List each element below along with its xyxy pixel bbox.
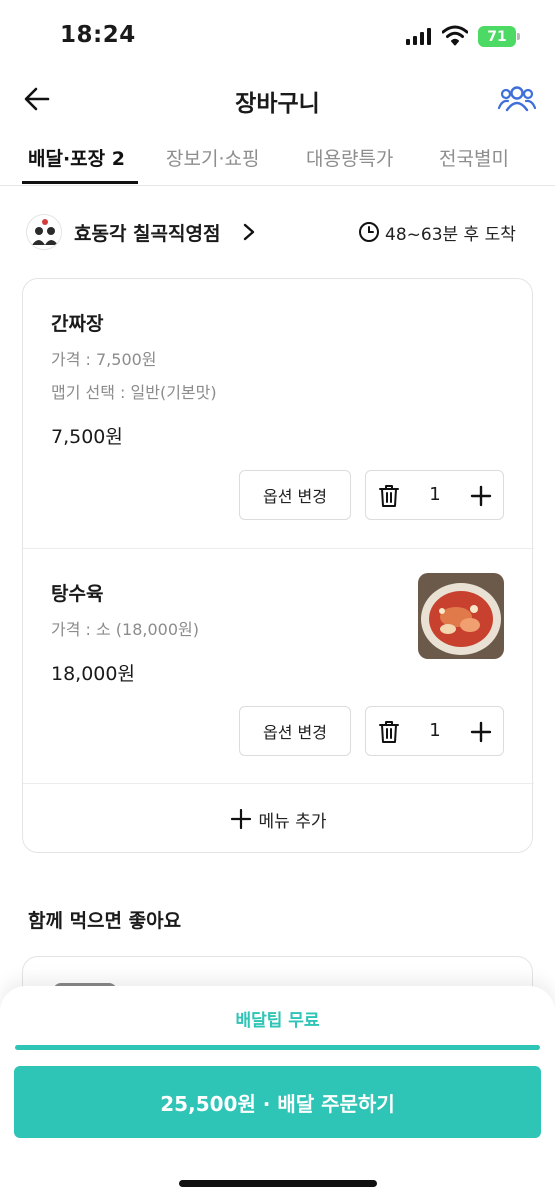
- delivery-eta: 48~63분 후 도착: [385, 225, 516, 245]
- clock-icon: [359, 222, 379, 242]
- tab-regional-specialties[interactable]: 전국별미: [439, 144, 509, 171]
- chevron-right-icon: [243, 223, 255, 241]
- cellular-signal-icon: [406, 28, 431, 45]
- page-title: 장바구니: [235, 91, 320, 117]
- status-time: 18:24: [60, 22, 136, 48]
- item-option: 가격 : 소 (18,000원): [51, 620, 199, 639]
- item-price: 18,000원: [51, 663, 135, 685]
- tab-bulk-deals[interactable]: 대용량특가: [306, 144, 393, 171]
- group-order-icon[interactable]: [498, 84, 536, 114]
- tab-shopping[interactable]: 장보기·쇼핑: [166, 144, 259, 171]
- cart-item: 간짜장 가격 : 7,500원 맵기 선택 : 일반(기본맛) 7,500원 옵…: [23, 279, 534, 549]
- store-row[interactable]: 효동각 칠곡직영점 48~63분 후 도착: [26, 210, 531, 254]
- home-indicator: [179, 1180, 377, 1187]
- app-header: 장바구니: [0, 70, 555, 130]
- store-name: 효동각 칠곡직영점: [74, 223, 221, 245]
- item-name: 간짜장: [51, 313, 104, 335]
- item-name: 탕수육: [51, 583, 104, 605]
- delivery-tip-progress: [15, 1045, 540, 1050]
- category-tabs: 배달·포장 2 장보기·쇼핑 대용량특가 전국별미: [0, 130, 555, 186]
- order-bottom-sheet: 배달팁 무료 25,500원 · 배달 주문하기: [0, 986, 555, 1200]
- item-option: 가격 : 7,500원: [51, 350, 157, 369]
- add-menu-label: 메뉴 추가: [258, 811, 327, 832]
- cart-item: 탕수육 가격 : 소 (18,000원) 18,000원 옵션 변경 1: [23, 549, 534, 784]
- plus-icon[interactable]: [470, 485, 492, 507]
- battery-icon: 71: [478, 26, 520, 47]
- store-logo: [26, 214, 62, 250]
- change-option-button[interactable]: 옵션 변경: [239, 706, 351, 756]
- trash-icon[interactable]: [378, 484, 400, 508]
- delivery-tip-label: 배달팁 무료: [235, 1011, 320, 1031]
- trash-icon[interactable]: [378, 720, 400, 744]
- quantity-value: 1: [429, 720, 441, 741]
- progress-fill: [15, 1045, 540, 1050]
- wifi-icon: [442, 25, 468, 46]
- cart-card: 간짜장 가격 : 7,500원 맵기 선택 : 일반(기본맛) 7,500원 옵…: [22, 278, 534, 854]
- tab-delivery-pickup[interactable]: 배달·포장 2: [28, 144, 125, 171]
- item-price: 7,500원: [51, 426, 123, 448]
- battery-level: 71: [487, 28, 507, 45]
- quantity-stepper: 1: [365, 470, 504, 520]
- plus-icon: [230, 809, 251, 829]
- recommend-title: 함께 먹으면 좋아요: [28, 910, 182, 932]
- quantity-stepper: 1: [365, 706, 504, 756]
- add-menu-button[interactable]: 메뉴 추가: [23, 784, 534, 854]
- order-button[interactable]: 25,500원 · 배달 주문하기: [14, 1066, 541, 1138]
- plus-icon[interactable]: [470, 721, 492, 743]
- item-option: 맵기 선택 : 일반(기본맛): [51, 383, 217, 402]
- active-tab-indicator: [22, 181, 138, 184]
- status-bar: 18:24 71: [0, 0, 555, 70]
- change-option-button[interactable]: 옵션 변경: [239, 470, 351, 520]
- quantity-value: 1: [429, 484, 441, 505]
- item-photo: [418, 573, 504, 659]
